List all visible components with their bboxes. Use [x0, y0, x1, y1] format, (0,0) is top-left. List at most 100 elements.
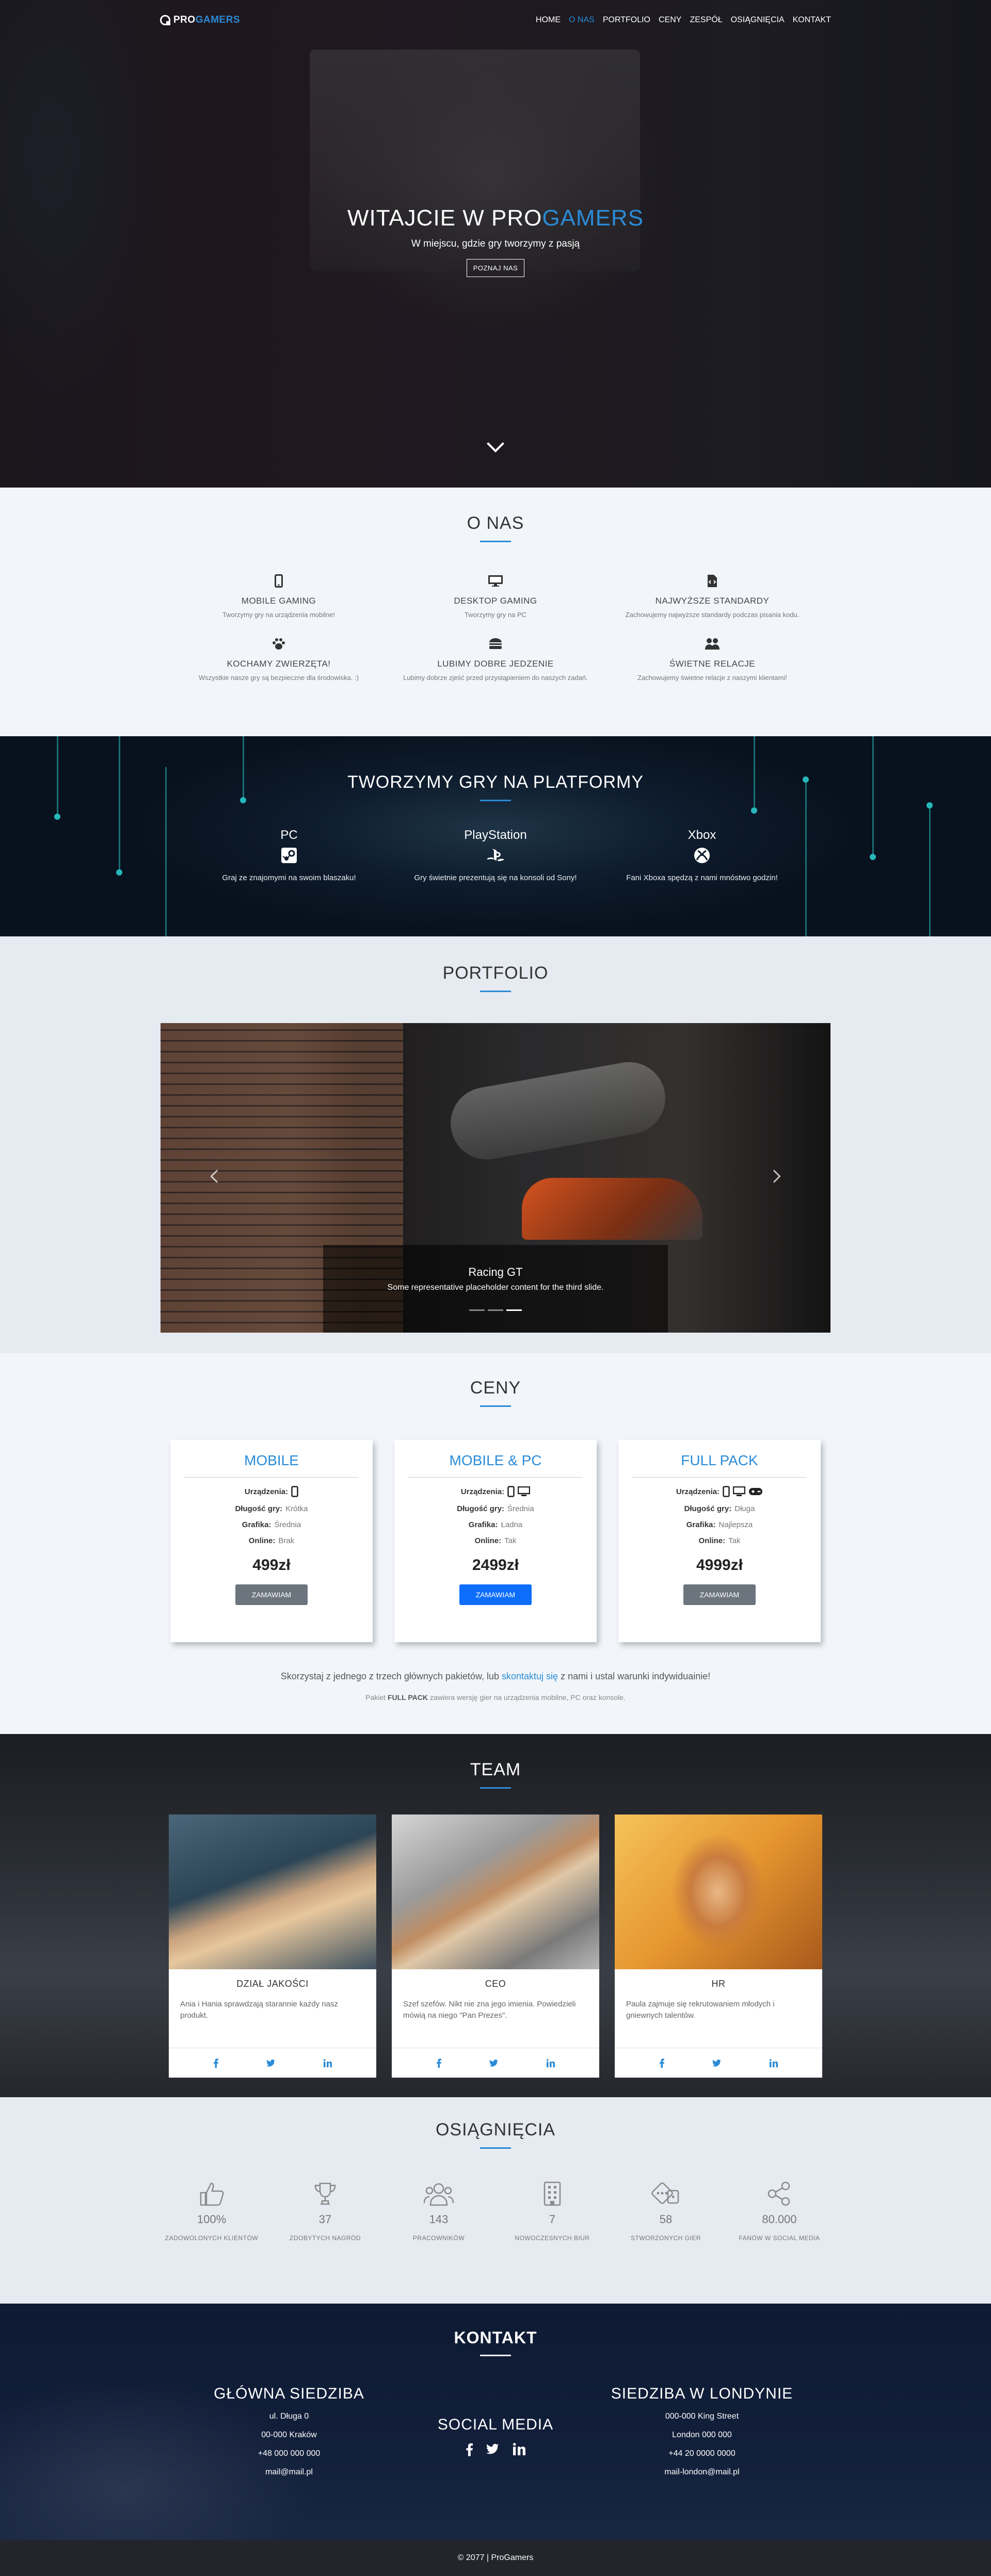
linkedin-icon[interactable] — [323, 2059, 332, 2067]
share-icon — [723, 2181, 836, 2207]
twitter-icon[interactable] — [266, 2059, 276, 2067]
thumbs-up-icon — [155, 2181, 268, 2207]
zamawiam-button[interactable]: ZAMAWIAM — [683, 1584, 756, 1605]
team-section: TEAM DZIAŁ JAKOŚCI Ania i Hania sprawdza… — [0, 1734, 991, 2097]
hero-section: PRO GAMERS HOME O NAS PORTFOLIO CENY ZESP… — [0, 0, 991, 488]
paw-icon — [186, 637, 372, 651]
logo-icon — [160, 15, 170, 25]
playstation-icon — [392, 847, 599, 864]
section-title-osiagniecia: OSIĄGNIĘCIA — [435, 2120, 556, 2140]
zamawiam-button[interactable]: ZAMAWIAM — [235, 1584, 308, 1605]
team-member-photo — [169, 1814, 376, 1969]
price: 499zł — [252, 1557, 291, 1574]
carousel-next-icon[interactable] — [768, 1170, 781, 1183]
carousel-indicator[interactable] — [488, 1309, 503, 1311]
stat-item: 100% ZADOWOLONYCH KLIENTÓW — [155, 2181, 268, 2243]
nav-item-portfolio[interactable]: PORTFOLIO — [603, 15, 650, 25]
footer: © 2077 | ProGamers — [0, 2540, 991, 2576]
price: 4999zł — [696, 1557, 743, 1574]
feature-mobile-gaming: MOBILE GAMING Tworzymy gry na urządzenia… — [186, 574, 372, 620]
facebook-icon[interactable] — [466, 2443, 473, 2456]
contact-london: SIEDZIBA W LONDYNIE 000-000 King Street … — [599, 2385, 805, 2477]
users-icon — [382, 2181, 496, 2207]
facebook-icon[interactable] — [213, 2058, 219, 2068]
logo[interactable]: PRO GAMERS — [160, 14, 240, 26]
feature-kochamy-zwierzeta: KOCHAMY ZWIERZĘTA! Wszystkie nasze gry s… — [186, 637, 372, 683]
team-member-photo — [392, 1814, 599, 1969]
steam-icon — [186, 847, 392, 864]
section-title-platforms: TWORZYMY GRY NA PLATFORMY — [347, 772, 644, 792]
nav-item-osiagniecia[interactable]: OSIĄGNIĘCIA — [731, 15, 785, 25]
platform-pc: PC Graj ze znajomymi na swoim blaszaku! — [186, 828, 392, 882]
stat-item: 80.000 FANÓW W SOCIAL MEDIA — [723, 2181, 836, 2243]
pricing-section: CENY MOBILE Urządzenia: Długość gry: Krót… — [0, 1353, 991, 1734]
pricing-card-mobile-pc: MOBILE & PC Urządzenia: Długość gry: Śred… — [394, 1440, 597, 1642]
nav-item-kontakt[interactable]: KONTAKT — [793, 15, 831, 25]
section-title-team: TEAM — [470, 1760, 521, 1779]
hamburger-icon — [403, 637, 588, 651]
nav-item-home[interactable]: HOME — [536, 15, 561, 25]
twitter-icon[interactable] — [486, 2443, 500, 2455]
zamawiam-button[interactable]: ZAMAWIAM — [459, 1584, 532, 1605]
platform-xbox: Xbox Fani Xboxa spędzą z nami mnóstwo go… — [599, 828, 805, 882]
building-icon — [496, 2181, 609, 2207]
carousel-indicator[interactable] — [506, 1309, 522, 1311]
stat-item: 143 PRACOWNIKÓW — [382, 2181, 496, 2243]
trophy-icon — [268, 2181, 382, 2207]
desktop-icon — [403, 574, 588, 588]
team-member-card: CEO Szef szefów. Nikt nie zna jego imien… — [392, 1814, 599, 2078]
contact-hq-email[interactable]: mail@mail.pl — [186, 2468, 392, 2477]
team-social-links — [392, 2048, 599, 2078]
section-title-kontakt: KONTAKT — [454, 2328, 537, 2347]
desktop-icon — [733, 1486, 746, 1496]
twitter-icon[interactable] — [489, 2059, 499, 2067]
team-member-card: HR Paula zajmuje się rekrutowaniem młody… — [615, 1814, 822, 2078]
section-title-o-nas: O NAS — [467, 513, 524, 533]
team-social-links — [615, 2048, 822, 2078]
file-code-icon — [619, 574, 805, 588]
stat-item: 37 ZDOBYTYCH NAGRÓD — [268, 2181, 382, 2243]
team-social-links — [169, 2048, 376, 2078]
portfolio-section: PORTFOLIO Racing GT Some representative … — [0, 936, 991, 1353]
contact-hq: GŁÓWNA SIEDZIBA ul. Długa 0 00-000 Krakó… — [186, 2385, 392, 2477]
feature-desktop-gaming: DESKTOP GAMING Tworzymy gry na PC — [403, 574, 588, 620]
poznaj-nas-button[interactable]: POZNAJ NAS — [466, 259, 525, 277]
portfolio-carousel[interactable]: Racing GT Some representative placeholde… — [161, 1023, 830, 1333]
contact-london-email[interactable]: mail-london@mail.pl — [599, 2468, 805, 2477]
linkedin-icon[interactable] — [546, 2059, 555, 2067]
achievements-section: OSIĄGNIĘCIA 100% ZADOWOLONYCH KLIENTÓW 3… — [0, 2097, 991, 2304]
about-section: O NAS MOBILE GAMING Tworzymy gry na urzą… — [0, 488, 991, 736]
nav-item-o-nas[interactable]: O NAS — [569, 15, 595, 25]
hero-title: WITAJCIE W PROGAMERS — [347, 205, 644, 231]
slide-caption: Racing GT Some representative placeholde… — [323, 1245, 668, 1333]
nav-item-zespol[interactable]: ZESPÓŁ — [690, 15, 722, 25]
facebook-icon[interactable] — [436, 2058, 442, 2068]
gamepad-icon — [749, 1488, 763, 1495]
facebook-icon[interactable] — [659, 2058, 665, 2068]
feature-najwyzsze-standardy: NAJWYŻSZE STANDARDY Zachowujemy najwyższ… — [619, 574, 805, 620]
dice-icon — [609, 2181, 723, 2207]
stat-item: 7 NOWOCZESNYCH BIUR — [496, 2181, 609, 2243]
skontaktuj-sie-link[interactable]: skontaktuj się — [502, 1671, 558, 1681]
people-icon — [619, 637, 805, 651]
twitter-icon[interactable] — [712, 2059, 722, 2067]
instagram-icon[interactable] — [513, 2443, 525, 2455]
nav-menu: HOME O NAS PORTFOLIO CENY ZESPÓŁ OSIĄGNI… — [536, 15, 831, 25]
team-member-photo — [615, 1814, 822, 1969]
contact-social: SOCIAL MEDIA — [392, 2385, 599, 2477]
hero-subtitle: W miejscu, gdzie gry tworzymy z pasją — [411, 238, 580, 249]
carousel-indicator[interactable] — [469, 1309, 485, 1311]
price: 2499zł — [472, 1557, 519, 1574]
platform-playstation: PlayStation Gry świetnie prezentują się … — [392, 828, 599, 882]
nav-item-ceny[interactable]: CENY — [659, 15, 681, 25]
linkedin-icon[interactable] — [769, 2059, 778, 2067]
platforms-section: TWORZYMY GRY NA PLATFORMY PC Graj ze zna… — [0, 736, 991, 936]
section-title-ceny: CENY — [470, 1378, 521, 1398]
pricing-note: Skorzystaj z jednego z trzech głównych p… — [280, 1671, 711, 1681]
contact-section: KONTAKT GŁÓWNA SIEDZIBA ul. Długa 0 00-0… — [0, 2304, 991, 2540]
section-title-portfolio: PORTFOLIO — [442, 963, 549, 983]
footer-copyright: © 2077 | ProGamers — [457, 2553, 534, 2562]
team-member-card: DZIAŁ JAKOŚCI Ania i Hania sprawdzają st… — [169, 1814, 376, 2078]
mobile-icon — [186, 574, 372, 588]
pricing-note-full-pack: Pakiet FULL PACK zawiera wersję gier na … — [365, 1693, 626, 1702]
